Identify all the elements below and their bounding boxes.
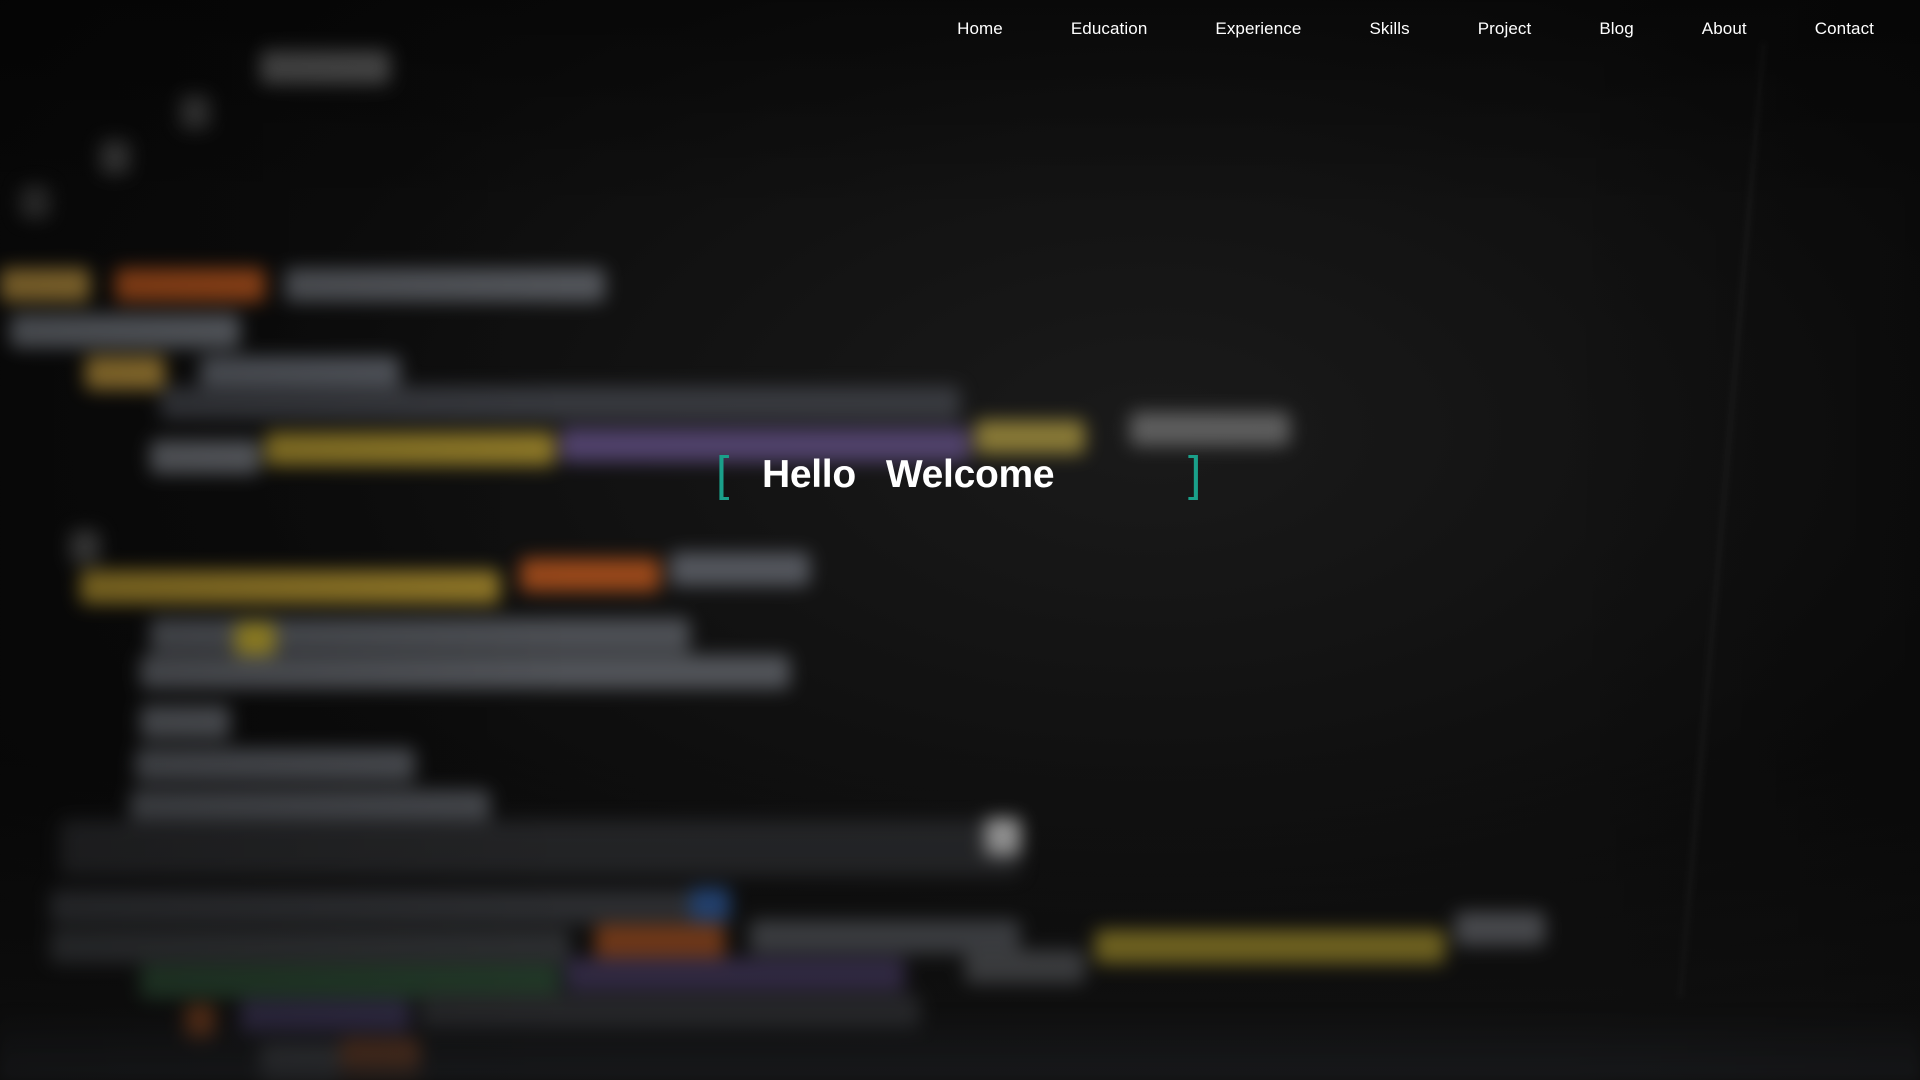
hero-bracket-close: ] bbox=[1188, 448, 1202, 501]
nav-item-blog[interactable]: Blog bbox=[1599, 19, 1633, 39]
nav-item-skills[interactable]: Skills bbox=[1369, 19, 1409, 39]
hero-greeting: [ Hello Welcome ] bbox=[716, 447, 1206, 507]
nav-item-experience[interactable]: Experience bbox=[1215, 19, 1301, 39]
hero-bracket-open: [ bbox=[716, 448, 730, 501]
nav-item-project[interactable]: Project bbox=[1478, 19, 1532, 39]
nav-item-home[interactable]: Home bbox=[957, 19, 1003, 39]
page: Home Education Experience Skills Project… bbox=[0, 0, 1920, 1080]
hero-word-hello: Hello bbox=[762, 453, 856, 496]
nav-item-about[interactable]: About bbox=[1702, 19, 1747, 39]
hero-word-welcome: Welcome bbox=[885, 453, 1055, 496]
background-overlay bbox=[0, 0, 1920, 1080]
main-nav: Home Education Experience Skills Project… bbox=[957, 0, 1920, 58]
hero-typed-text: Hello Welcome bbox=[762, 453, 1084, 497]
nav-item-education[interactable]: Education bbox=[1071, 19, 1148, 39]
nav-item-contact[interactable]: Contact bbox=[1815, 19, 1874, 39]
